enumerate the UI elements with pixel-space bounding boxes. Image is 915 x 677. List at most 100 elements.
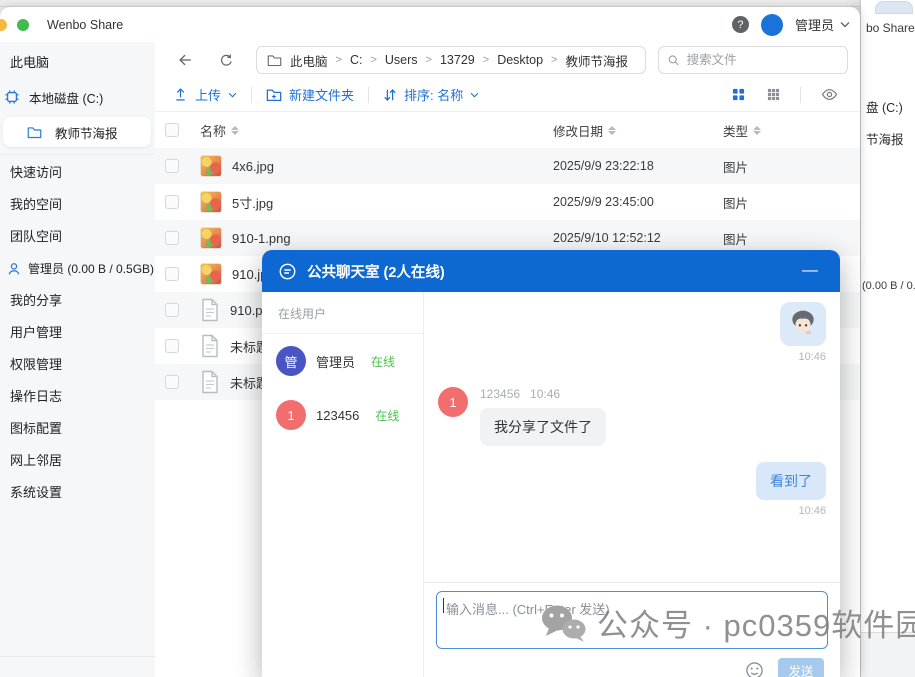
breadcrumb-item[interactable]: 此电脑 <box>290 51 328 70</box>
message-list: 10:46 1 123456 10:46 我分享了文件了 看 <box>424 292 840 583</box>
online-status: 在线 <box>371 353 395 370</box>
sidebar: 此电脑 本地磁盘 (C:) 教师节海报 <box>0 42 155 677</box>
sidebar-item-team-space[interactable]: 团队空间 <box>0 221 155 253</box>
row-checkbox[interactable] <box>165 339 179 353</box>
minimize-traffic-light[interactable] <box>0 19 7 31</box>
breadcrumb-item[interactable]: 13729 <box>440 53 475 67</box>
avatar: 1 <box>276 400 306 430</box>
row-checkbox[interactable] <box>165 195 179 209</box>
sidebar-item-this-pc[interactable]: 此电脑 <box>0 50 155 76</box>
background-window-quota-label: (0.00 B / 0.5 <box>862 280 915 292</box>
table-row[interactable]: 5寸.jpg 2025/9/9 23:45:00 图片 <box>155 184 860 220</box>
image-thumbnail <box>200 227 222 249</box>
send-button[interactable]: 发送 <box>778 658 824 677</box>
sidebar-item-system-settings[interactable]: 系统设置 <box>0 477 155 509</box>
breadcrumb-separator: > <box>551 54 557 66</box>
upload-label: 上传 <box>195 85 221 104</box>
row-checkbox[interactable] <box>165 267 179 281</box>
breadcrumb-separator: > <box>426 54 432 66</box>
user-menu[interactable]: 管理员 <box>795 15 850 34</box>
online-status: 在线 <box>375 407 399 424</box>
user-avatar[interactable] <box>761 14 783 36</box>
message-bubble: 看到了 <box>756 462 826 500</box>
sidebar-item-permission-management[interactable]: 权限管理 <box>0 349 155 381</box>
grid-view-button[interactable] <box>730 86 747 103</box>
preview-toggle-button[interactable] <box>819 86 840 103</box>
sort-arrows-icon <box>231 126 239 135</box>
refresh-button[interactable] <box>217 51 236 70</box>
file-name: 4x6.jpg <box>232 159 274 174</box>
column-header-type[interactable]: 类型 <box>723 121 848 140</box>
background-window-disk-label: 盘 (C:) <box>866 97 903 116</box>
column-header-label: 修改日期 <box>553 121 603 140</box>
breadcrumb-separator: > <box>336 54 342 66</box>
avatar: 1 <box>438 387 468 417</box>
sidebar-item-my-space[interactable]: 我的空间 <box>0 189 155 221</box>
online-users-label: 在线用户 <box>262 292 423 334</box>
message-sender: 123456 <box>480 387 520 401</box>
disk-chip-icon <box>4 89 20 105</box>
minimize-button[interactable]: — <box>796 261 824 281</box>
grid-3x3-icon <box>767 88 780 101</box>
help-icon[interactable]: ? <box>732 16 749 33</box>
breadcrumb-item[interactable]: Users <box>385 53 418 67</box>
background-window-tab <box>875 1 913 14</box>
emoji-smiley-icon <box>745 661 764 677</box>
sidebar-item-operation-log[interactable]: 操作日志 <box>0 381 155 413</box>
table-row[interactable]: 4x6.jpg 2025/9/9 23:22:18 图片 <box>155 148 860 184</box>
image-thumbnail <box>200 191 222 213</box>
background-window-folder-label: 节海报 <box>866 129 904 148</box>
row-checkbox[interactable] <box>165 231 179 245</box>
select-all-checkbox[interactable] <box>165 123 179 137</box>
chevron-down-icon <box>228 92 237 98</box>
upload-button[interactable]: 上传 <box>173 85 237 104</box>
toolbar-divider <box>800 87 801 103</box>
sidebar-bottom-divider <box>0 656 155 657</box>
sidebar-item-admin-quota[interactable]: 管理员 (0.00 B / 0.5GB) <box>0 253 155 285</box>
sort-button[interactable]: 排序: 名称 <box>383 85 479 104</box>
new-folder-button[interactable]: 新建文件夹 <box>266 85 354 104</box>
sidebar-item-local-disk[interactable]: 本地磁盘 (C:) <box>0 82 155 112</box>
file-type: 图片 <box>723 157 848 176</box>
sidebar-item-user-management[interactable]: 用户管理 <box>0 317 155 349</box>
row-checkbox[interactable] <box>165 375 179 389</box>
column-header-modified[interactable]: 修改日期 <box>553 121 723 140</box>
chat-input-area: 发送 <box>424 583 840 677</box>
sidebar-item-label: 本地磁盘 (C:) <box>29 88 103 107</box>
emoji-button[interactable] <box>743 659 766 677</box>
search-box <box>658 46 848 74</box>
titlebar: Wenbo Share ? 管理员 <box>0 7 860 42</box>
row-checkbox[interactable] <box>165 159 179 173</box>
sidebar-item-network-neighborhood[interactable]: 网上邻居 <box>0 445 155 477</box>
breadcrumb-item[interactable]: 教师节海报 <box>565 51 628 70</box>
background-window[interactable]: bo Share 盘 (C:) 节海报 (0.00 B / 0.5 <box>860 0 915 677</box>
incoming-message: 1 123456 10:46 我分享了文件了 <box>438 387 826 446</box>
maximize-traffic-light[interactable] <box>17 19 29 31</box>
message-input[interactable] <box>436 591 828 649</box>
sidebar-item-quick-access[interactable]: 快速访问 <box>0 157 155 189</box>
breadcrumb: 此电脑 > C: > Users > 13729 > Desktop > 教师节… <box>256 46 646 74</box>
chevron-down-icon <box>470 92 479 98</box>
column-header-name[interactable]: 名称 <box>200 121 239 140</box>
eye-icon <box>821 88 838 101</box>
document-icon <box>200 370 220 394</box>
sidebar-item-my-share[interactable]: 我的分享 <box>0 285 155 317</box>
chat-header[interactable]: 公共聊天室 (2人在线) — <box>262 250 840 292</box>
online-user-admin[interactable]: 管 管理员 在线 <box>262 334 423 388</box>
background-window-bottom-panel <box>861 632 915 677</box>
online-user-123456[interactable]: 1 123456 在线 <box>262 388 423 442</box>
dense-grid-view-button[interactable] <box>765 86 782 103</box>
window-title: Wenbo Share <box>47 18 123 32</box>
file-modified: 2025/9/9 23:22:18 <box>553 159 723 173</box>
column-header-label: 名称 <box>200 121 226 140</box>
breadcrumb-item[interactable]: Desktop <box>497 53 543 67</box>
sidebar-item-folder-selected[interactable]: 教师节海报 <box>3 117 151 147</box>
breadcrumb-item[interactable]: C: <box>350 53 363 67</box>
row-checkbox[interactable] <box>165 303 179 317</box>
folder-icon <box>267 54 282 67</box>
new-folder-label: 新建文件夹 <box>289 85 354 104</box>
sidebar-item-icon-config[interactable]: 图标配置 <box>0 413 155 445</box>
back-button[interactable] <box>175 50 195 70</box>
search-input[interactable] <box>687 53 838 67</box>
search-icon <box>668 54 680 67</box>
